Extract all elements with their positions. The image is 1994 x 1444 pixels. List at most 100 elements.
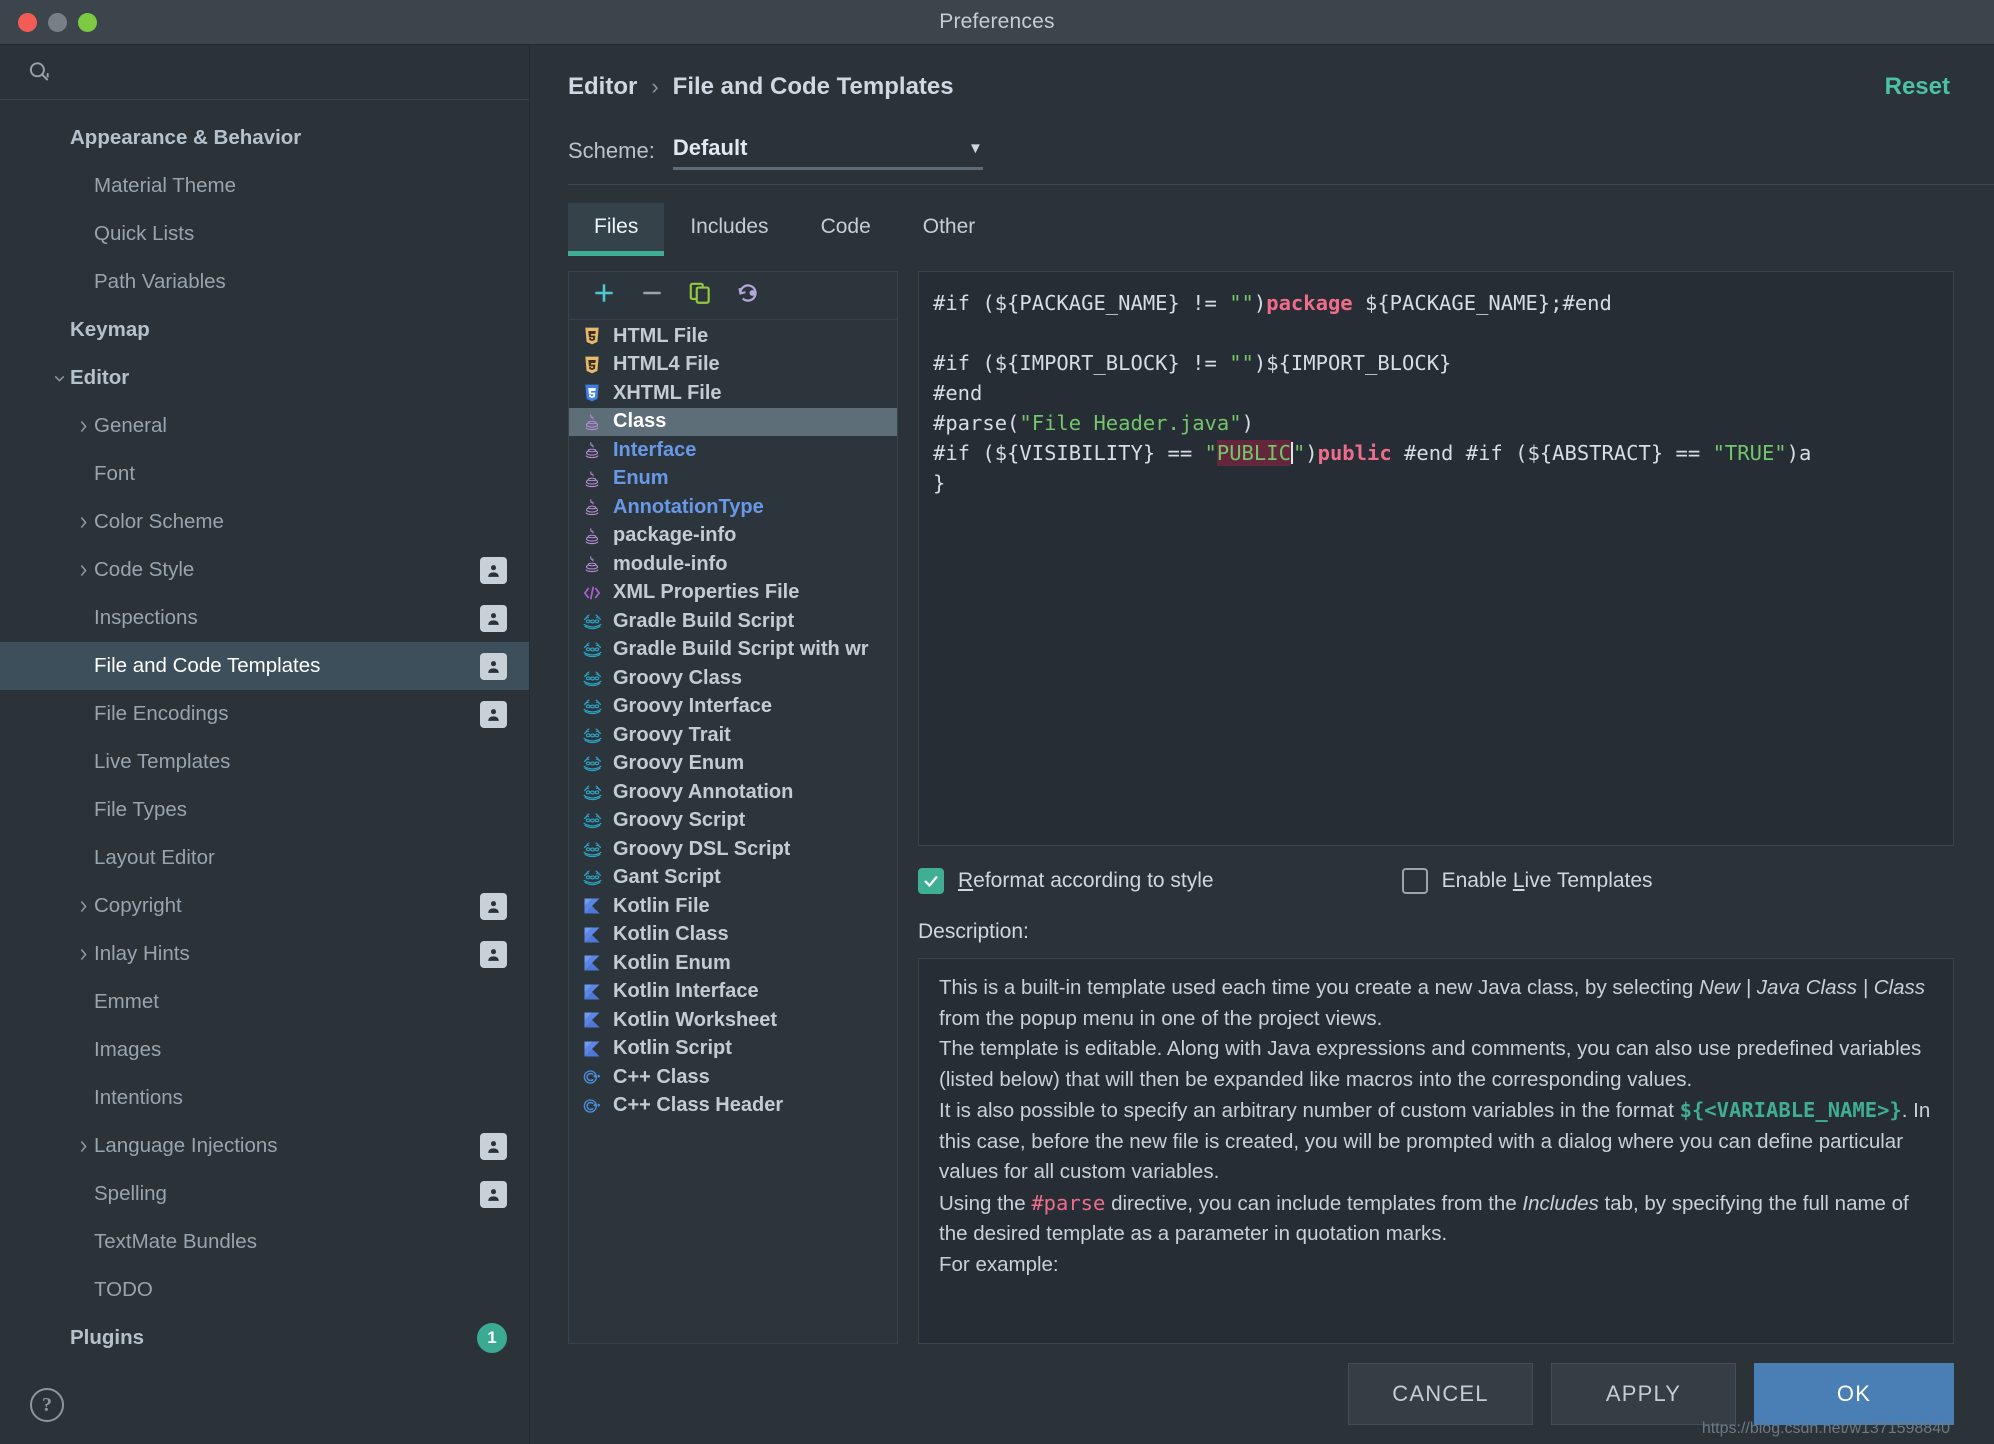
chevron-right-icon[interactable]: [72, 898, 94, 915]
editor-options: Reformat according to style Enable Live …: [918, 868, 1954, 894]
sidebar-item-layout-editor[interactable]: Layout Editor: [0, 834, 529, 882]
chevron-right-icon[interactable]: [72, 562, 94, 579]
code-l4: #end: [933, 381, 982, 405]
copy-template-button[interactable]: [683, 279, 717, 313]
list-item[interactable]: XML Properties File: [569, 579, 897, 608]
reset-link[interactable]: Reset: [1885, 73, 1950, 101]
sidebar-item-images[interactable]: Images: [0, 1026, 529, 1074]
sidebar-item-emmet[interactable]: Emmet: [0, 978, 529, 1026]
list-item[interactable]: HTML4 File: [569, 351, 897, 380]
chevron-down-icon[interactable]: [48, 370, 70, 387]
list-item[interactable]: Kotlin Worksheet: [569, 1006, 897, 1035]
reformat-checkbox[interactable]: [918, 868, 944, 894]
list-item-label: C++ Class: [613, 1066, 710, 1089]
sidebar-item-quick-lists[interactable]: Quick Lists: [0, 210, 529, 258]
sidebar-item-label: Appearance & Behavior: [70, 126, 301, 150]
list-item-label: HTML File: [613, 325, 708, 348]
list-item[interactable]: Enum: [569, 465, 897, 494]
ok-button[interactable]: OK: [1754, 1363, 1954, 1425]
sidebar-item-plugins[interactable]: Plugins1: [0, 1314, 529, 1362]
sidebar-item-path-variables[interactable]: Path Variables: [0, 258, 529, 306]
sidebar-item-inlay-hints[interactable]: Inlay Hints: [0, 930, 529, 978]
list-item[interactable]: Kotlin Script: [569, 1035, 897, 1064]
template-list[interactable]: HTML File HTML4 FileXHTML FileClassInterf…: [569, 320, 897, 1343]
breadcrumb-parent[interactable]: Editor: [568, 73, 637, 101]
sidebar-item-live-templates[interactable]: Live Templates: [0, 738, 529, 786]
list-item[interactable]: Groovy Interface: [569, 693, 897, 722]
list-item[interactable]: module-info: [569, 550, 897, 579]
tab-includes[interactable]: Includes: [664, 203, 794, 253]
sidebar-item-file-types[interactable]: File Types: [0, 786, 529, 834]
list-item[interactable]: Groovy Class: [569, 664, 897, 693]
reformat-checkbox-row[interactable]: Reformat according to style: [918, 868, 1214, 894]
sidebar-item-general[interactable]: General: [0, 402, 529, 450]
list-item[interactable]: Class: [569, 408, 897, 437]
sidebar-item-file-encodings[interactable]: File Encodings: [0, 690, 529, 738]
scheme-row: Scheme: Default ▼: [530, 101, 1994, 170]
list-item[interactable]: C++ Class Header: [569, 1092, 897, 1121]
chevron-right-icon[interactable]: [72, 514, 94, 531]
live-templates-checkbox[interactable]: [1402, 868, 1428, 894]
sidebar-search-row: [0, 45, 529, 100]
list-item[interactable]: package-info: [569, 522, 897, 551]
sidebar-item-inspections[interactable]: Inspections: [0, 594, 529, 642]
scheme-divider: [568, 184, 1994, 185]
list-item[interactable]: Kotlin File: [569, 892, 897, 921]
list-item[interactable]: Groovy Trait: [569, 721, 897, 750]
chevron-right-icon[interactable]: [72, 418, 94, 435]
chevron-right-icon[interactable]: [72, 1138, 94, 1155]
search-input[interactable]: [62, 61, 507, 83]
desc-p4em: Includes: [1522, 1192, 1598, 1215]
sidebar-item-keymap[interactable]: Keymap: [0, 306, 529, 354]
groovy-icon: [581, 696, 603, 718]
live-templates-checkbox-row[interactable]: Enable Live Templates: [1402, 868, 1653, 894]
list-item[interactable]: Groovy Enum: [569, 750, 897, 779]
sidebar-item-color-scheme[interactable]: Color Scheme: [0, 498, 529, 546]
list-item[interactable]: Kotlin Class: [569, 921, 897, 950]
list-item[interactable]: XHTML File: [569, 379, 897, 408]
remove-template-button[interactable]: [635, 279, 669, 313]
list-item[interactable]: Groovy DSL Script: [569, 835, 897, 864]
reset-template-button[interactable]: [731, 279, 765, 313]
list-item-label: module-info: [613, 553, 727, 576]
list-item-label: package-info: [613, 524, 736, 547]
list-item[interactable]: C++ Class: [569, 1063, 897, 1092]
list-item[interactable]: Gradle Build Script: [569, 607, 897, 636]
list-item[interactable]: Kotlin Enum: [569, 949, 897, 978]
sidebar-item-font[interactable]: Font: [0, 450, 529, 498]
help-icon[interactable]: ?: [30, 1388, 64, 1422]
list-item[interactable]: Groovy Annotation: [569, 778, 897, 807]
list-item[interactable]: AnnotationType: [569, 493, 897, 522]
list-item[interactable]: Interface: [569, 436, 897, 465]
code-l6a: #if (${VISIBILITY} ==: [933, 441, 1205, 465]
sidebar-item-textmate-bundles[interactable]: TextMate Bundles: [0, 1218, 529, 1266]
sidebar-item-file-and-code-templates[interactable]: File and Code Templates: [0, 642, 529, 690]
apply-button[interactable]: APPLY: [1551, 1363, 1736, 1425]
tab-files[interactable]: Files: [568, 203, 664, 253]
add-template-button[interactable]: [587, 279, 621, 313]
settings-tree: Appearance & Behavior Material ThemeQuick…: [0, 100, 529, 1444]
cancel-button[interactable]: CANCEL: [1348, 1363, 1533, 1425]
sidebar-item-todo[interactable]: TODO: [0, 1266, 529, 1314]
sidebar-item-editor[interactable]: Editor: [0, 354, 529, 402]
sidebar-item-appearance-behavior[interactable]: Appearance & Behavior: [0, 114, 529, 162]
sidebar-item-spelling[interactable]: Spelling: [0, 1170, 529, 1218]
scheme-select[interactable]: Default ▼: [673, 135, 983, 170]
template-code-editor[interactable]: #if (${PACKAGE_NAME} != "")package ${PAC…: [918, 271, 1954, 846]
list-item[interactable]: Gant Script: [569, 864, 897, 893]
chevron-right-icon[interactable]: [72, 946, 94, 963]
tab-other[interactable]: Other: [897, 203, 1002, 253]
sidebar-item-language-injections[interactable]: Language Injections: [0, 1122, 529, 1170]
sidebar-item-intentions[interactable]: Intentions: [0, 1074, 529, 1122]
list-item[interactable]: HTML File: [569, 322, 897, 351]
list-item[interactable]: Gradle Build Script with wr: [569, 636, 897, 665]
plus-icon: [591, 280, 617, 311]
sidebar-item-code-style[interactable]: Code Style: [0, 546, 529, 594]
list-item[interactable]: Kotlin Interface: [569, 978, 897, 1007]
description-title: Description:: [918, 920, 1954, 944]
tab-code[interactable]: Code: [795, 203, 897, 253]
sidebar-item-material-theme[interactable]: Material Theme: [0, 162, 529, 210]
sidebar-item-copyright[interactable]: Copyright: [0, 882, 529, 930]
groovy-icon: [581, 781, 603, 803]
list-item[interactable]: Groovy Script: [569, 807, 897, 836]
